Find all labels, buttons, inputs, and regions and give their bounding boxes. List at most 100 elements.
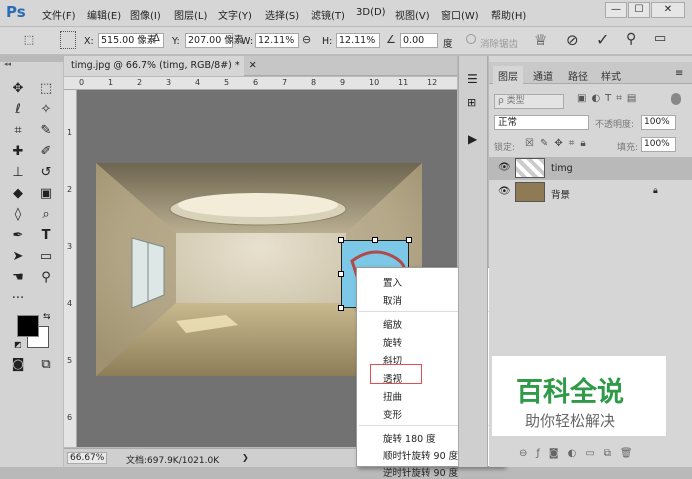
quick-mask-icon[interactable]: ◙ [8, 356, 28, 374]
type-tool-icon[interactable]: T [36, 227, 56, 245]
transform-handle[interactable] [372, 237, 378, 243]
blur-tool-icon[interactable]: ◊ [8, 206, 28, 224]
swap-colors-icon[interactable]: ⇆ [43, 312, 51, 322]
layer-name[interactable]: timg [551, 163, 573, 174]
pen-tool-icon[interactable]: ✒ [8, 227, 28, 245]
layer-footer-icons[interactable]: ⊖ƒ◙◐▭⧉🗑︎ [519, 448, 642, 459]
menu-filter[interactable]: 滤镜(T) [311, 7, 345, 22]
crop-tool-icon[interactable]: ⌗ [8, 122, 28, 140]
filter-toggle[interactable] [671, 93, 681, 105]
dodge-tool-icon[interactable]: ⌕ [36, 206, 56, 224]
transform-handle[interactable] [338, 237, 344, 243]
ctx-warp[interactable]: 变形 [383, 407, 402, 421]
healing-brush-icon[interactable]: ✚ [8, 143, 28, 161]
ctx-scale[interactable]: 缩放 [383, 317, 402, 331]
height-input[interactable]: 12.11% [336, 33, 380, 48]
close-tab-icon[interactable]: ✕ [249, 60, 257, 71]
tab-styles[interactable]: 样式 [601, 68, 621, 83]
menu-3d[interactable]: 3D(D) [356, 7, 386, 18]
screen-mode-icon[interactable]: ⧉ [36, 356, 56, 374]
brush-tool-icon[interactable]: ✐ [36, 143, 56, 161]
gradient-tool-icon[interactable]: ▣ [36, 185, 56, 203]
lasso-tool-icon[interactable]: ℓ [8, 101, 28, 119]
menu-view[interactable]: 视图(V) [395, 7, 430, 22]
history-brush-icon[interactable]: ↺ [36, 164, 56, 182]
lock-icons[interactable]: ☒✎✥⌗🔒︎ [525, 138, 592, 149]
menu-window[interactable]: 窗口(W) [441, 7, 479, 22]
layer-filter-select[interactable]: ρ 类型 [494, 94, 564, 109]
layer-name[interactable]: 背景 [551, 187, 570, 201]
opacity-input[interactable]: 100% [641, 115, 676, 130]
move-tool-icon[interactable]: ✥ [8, 80, 28, 98]
angle-input[interactable]: 0.00 [400, 33, 438, 48]
menu-image[interactable]: 图像(I) [130, 7, 161, 22]
history-panel-icon[interactable]: ☰ [467, 72, 478, 86]
hand-tool-icon[interactable]: ☚ [8, 269, 28, 287]
layer-row-timg[interactable]: 👁︎ timg [489, 157, 692, 180]
ctx-place[interactable]: 置入 [383, 275, 402, 289]
close-window-button[interactable]: ✕ [651, 2, 685, 18]
actions-play-icon[interactable]: ▶ [468, 132, 477, 146]
filter-icons[interactable]: ▣◐T⌗▤ [577, 93, 641, 104]
magic-wand-icon[interactable]: ✧ [36, 101, 56, 119]
move-tool-icon[interactable]: ⬚ [18, 33, 40, 46]
toolbox-collapse-icon[interactable]: ◂◂ [4, 60, 11, 68]
relative-position-icon[interactable]: ∆ [153, 33, 160, 44]
zoom-tool-icon[interactable]: ⚲ [36, 269, 56, 287]
blend-mode-select[interactable]: 正常 [494, 115, 589, 130]
default-colors-icon[interactable]: ◩ [14, 340, 22, 349]
more-tools-icon[interactable]: ··· [8, 290, 28, 308]
cancel-transform-icon[interactable]: ⊘ [566, 31, 579, 49]
width-input[interactable]: 12.11% [255, 33, 299, 48]
ctx-rotate-90-ccw[interactable]: 逆时针旋转 90 度 [383, 465, 458, 479]
menu-type[interactable]: 文字(Y) [218, 7, 252, 22]
panel-menu-icon[interactable]: ≡ [675, 68, 683, 79]
ctx-rotate-90-cw[interactable]: 顺时针旋转 90 度 [383, 448, 458, 462]
ctx-distort[interactable]: 扭曲 [383, 389, 402, 403]
eye-icon[interactable]: 👁︎ [498, 162, 511, 173]
status-menu-arrow[interactable]: ❯ [242, 453, 249, 462]
layer-row-background[interactable]: 👁︎ 背景 🔒︎ [489, 181, 692, 204]
reference-point-icon[interactable] [60, 31, 76, 49]
y-position-input[interactable]: 207.00 像素 [185, 33, 243, 48]
eye-icon[interactable]: 👁︎ [498, 186, 511, 197]
ctx-rotate-180[interactable]: 旋转 180 度 [383, 431, 436, 445]
properties-panel-icon[interactable]: ⊞ [467, 96, 476, 109]
rectangle-tool-icon[interactable]: ▭ [36, 248, 56, 266]
transform-handle[interactable] [406, 237, 412, 243]
foreground-color-swatch[interactable] [17, 315, 39, 337]
link-icon[interactable]: ⊖ [302, 33, 311, 46]
menu-select[interactable]: 选择(S) [265, 7, 299, 22]
maximize-button[interactable]: ☐ [628, 2, 650, 18]
search-icon[interactable]: ⚲ [626, 31, 636, 47]
menu-help[interactable]: 帮助(H) [491, 7, 526, 22]
eyedropper-icon[interactable]: ✎ [36, 122, 56, 140]
ctx-cancel[interactable]: 取消 [383, 293, 402, 307]
transform-handle[interactable] [338, 271, 344, 277]
path-selection-icon[interactable]: ➤ [8, 248, 28, 266]
eraser-tool-icon[interactable]: ◆ [8, 185, 28, 203]
marquee-tool-icon[interactable]: ⬚ [36, 80, 56, 98]
stamp-tool-icon[interactable]: ⊥ [8, 164, 28, 182]
ctx-rotate[interactable]: 旋转 [383, 335, 402, 349]
tab-layers[interactable]: 图层 [493, 66, 523, 85]
commit-transform-icon[interactable]: ✓ [596, 30, 609, 49]
minimize-button[interactable]: — [605, 2, 627, 18]
fill-input[interactable]: 100% [641, 137, 676, 152]
workspace-icon[interactable]: ▭ [654, 31, 666, 46]
ctx-perspective[interactable]: 透视 [383, 371, 402, 385]
watermark: 百科全说 助你轻松解决 [492, 356, 666, 436]
tab-channels[interactable]: 通道 [533, 68, 553, 83]
tab-paths[interactable]: 路径 [568, 68, 588, 83]
menu-edit[interactable]: 编辑(E) [87, 7, 121, 22]
zoom-level[interactable]: 66.67% [67, 452, 108, 464]
lock-label: 锁定: [494, 143, 516, 153]
transform-handle[interactable] [338, 305, 344, 311]
document-tab[interactable]: timg.jpg @ 66.7% (timg, RGB/8#) * ✕ [64, 56, 257, 76]
warp-icon[interactable]: ♕ [534, 31, 547, 49]
menu-layer[interactable]: 图层(L) [174, 7, 207, 22]
menu-bar: Ps 文件(F) 编辑(E) 图像(I) 图层(L) 文字(Y) 选择(S) 滤… [0, 0, 692, 27]
menu-file[interactable]: 文件(F) [42, 7, 76, 22]
interp-radio-icon[interactable] [466, 34, 476, 44]
ruler-number: 3 [166, 78, 172, 87]
